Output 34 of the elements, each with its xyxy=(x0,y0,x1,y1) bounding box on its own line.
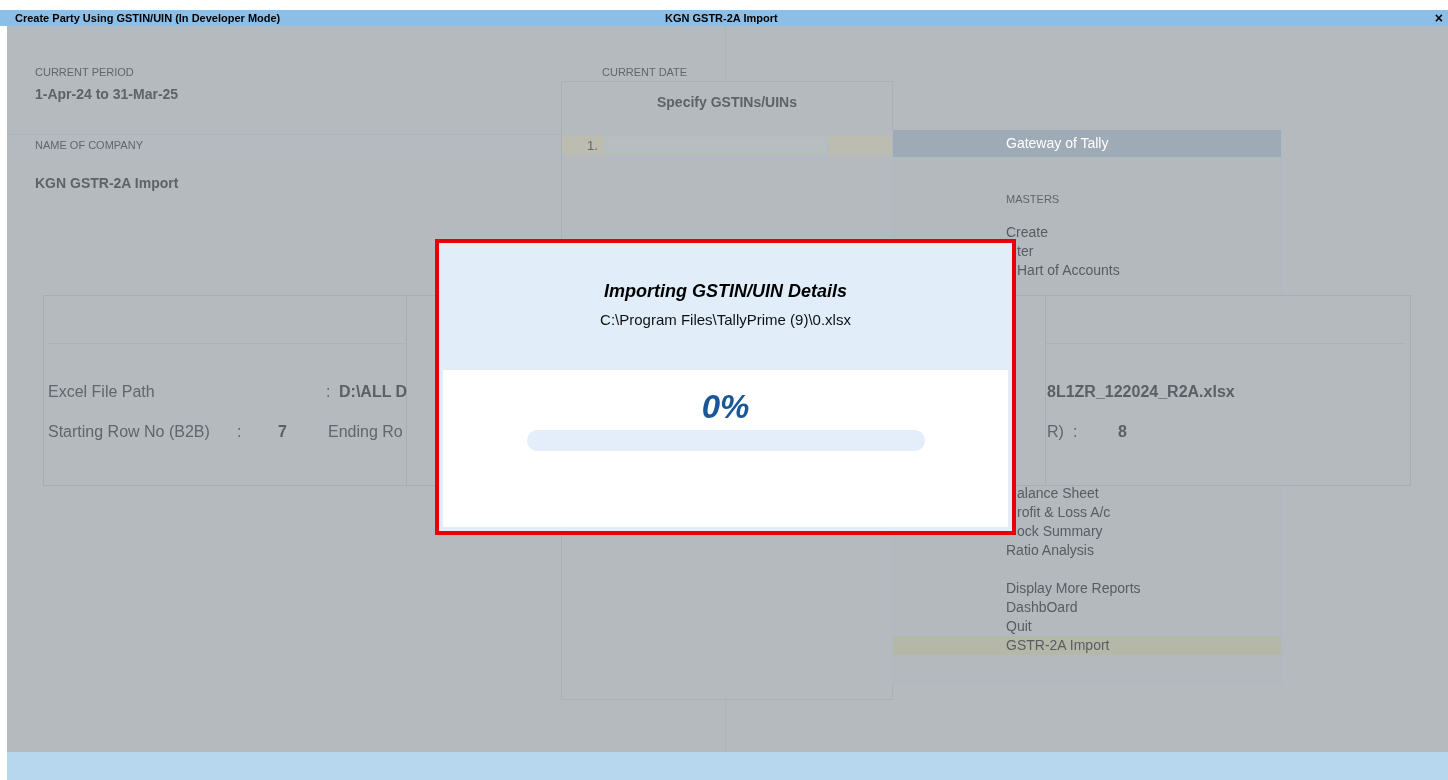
field-value: 8L1ZR_122024_R2A.xlsx xyxy=(1047,383,1235,401)
menu-heading: MASTERS xyxy=(1005,193,1061,207)
field-label: Excel File Path xyxy=(48,383,155,401)
field-colon: : xyxy=(1073,423,1078,441)
field-label: Starting Row No (B2B) xyxy=(48,423,210,441)
field-value: 7 xyxy=(278,423,287,441)
field-value: 8 xyxy=(1118,423,1127,441)
gstin-input-field[interactable] xyxy=(605,137,828,154)
progress-percent: 0% xyxy=(701,388,750,426)
field-value: D:\ALL D xyxy=(339,383,408,401)
menu-item[interactable]: GSTR-2A Import xyxy=(893,636,1281,655)
dialog-title: Importing GSTIN/UIN Details xyxy=(604,281,847,302)
menu-item[interactable]: Display More Reports xyxy=(893,579,1281,598)
company-name: KGN GSTR-2A Import xyxy=(35,175,179,191)
current-period-label: CURRENT PERIOD xyxy=(35,66,134,78)
menu-item[interactable]: Ratio Analysis xyxy=(893,541,1281,560)
menu-item[interactable]: Create xyxy=(893,223,1281,242)
field-colon: : xyxy=(326,383,331,401)
menu-title: Gateway of Tally xyxy=(893,130,1281,157)
close-button[interactable]: × xyxy=(1434,11,1443,25)
field-label: R) xyxy=(1047,423,1064,441)
menu-item[interactable]: Quit xyxy=(893,617,1281,636)
field-colon: : xyxy=(237,423,242,441)
company-name-label: NAME OF COMPANY xyxy=(35,139,143,151)
current-date-label: CURRENT DATE xyxy=(602,66,688,78)
window-title: Create Party Using GSTIN/UIN (In Developer Mode) xyxy=(15,12,281,24)
file-path: C:\Program Files\TallyPrime (9)\0.xlsx xyxy=(600,311,851,328)
current-period-value: 1-Apr-24 to 31-Mar-25 xyxy=(35,86,179,102)
gstin-row[interactable]: 1. xyxy=(562,136,892,155)
menu-item[interactable]: DashbOard xyxy=(893,598,1281,617)
row-number: 1. xyxy=(587,138,598,153)
panel-title: Specify GSTINs/UINs xyxy=(655,94,798,110)
field-label: Ending Ro xyxy=(328,423,403,441)
company-title: KGN GSTR-2A Import xyxy=(665,12,778,24)
